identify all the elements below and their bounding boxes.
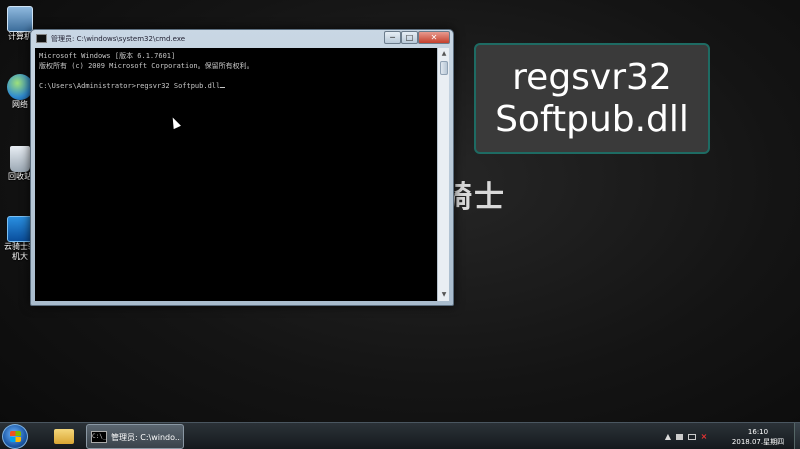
show-hidden-icons-icon[interactable]: ▲: [664, 433, 672, 441]
scroll-down-arrow-icon[interactable]: ▼: [439, 290, 449, 300]
console-line: Microsoft Windows [版本 6.1.7601]: [39, 52, 176, 60]
console-output[interactable]: Microsoft Windows [版本 6.1.7601] 版权所有 (c)…: [35, 48, 437, 301]
windows-logo-icon: [10, 431, 21, 442]
minimize-button[interactable]: ─: [384, 31, 401, 44]
close-button[interactable]: ✕: [418, 31, 450, 44]
console-line: 版权所有 (c) 2009 Microsoft Corporation。保留所有…: [39, 62, 254, 70]
maximize-button[interactable]: □: [401, 31, 418, 44]
clock-date: 2018.07.星期四: [731, 438, 785, 446]
scrollbar-thumb[interactable]: [440, 61, 448, 75]
volume-muted-icon[interactable]: ×: [700, 433, 708, 441]
action-center-flag-icon[interactable]: [676, 434, 683, 440]
computer-icon: [7, 6, 33, 32]
taskbar-cmd-label: 管理员: C:\windo...: [111, 433, 181, 442]
taskbar: C:\_ 管理员: C:\windo... ▲ × 16:10 2018.07.…: [0, 422, 800, 449]
taskbar-cmd-button[interactable]: C:\_ 管理员: C:\windo...: [86, 424, 184, 449]
cmd-icon: C:\_: [91, 431, 107, 443]
text-cursor: [220, 87, 226, 88]
cmd-window[interactable]: 管理员: C:\windows\system32\cmd.exe ─ □ ✕ M…: [30, 29, 454, 306]
recycle-bin-icon: [10, 146, 30, 172]
window-titlebar[interactable]: 管理员: C:\windows\system32\cmd.exe ─ □ ✕: [31, 30, 453, 48]
caption-line-2: Softpub.dll: [495, 99, 689, 140]
scroll-up-arrow-icon[interactable]: ▲: [439, 49, 449, 59]
taskbar-clock[interactable]: 16:10 2018.07.星期四: [723, 427, 793, 447]
console-prompt-line: C:\Users\Administrator>regsvr32 Softpub.…: [39, 81, 433, 91]
window-title: 管理员: C:\windows\system32\cmd.exe: [51, 35, 186, 43]
console-command: C:\Users\Administrator>regsvr32 Softpub.…: [39, 82, 221, 90]
network-status-icon[interactable]: [688, 434, 696, 440]
show-desktop-button[interactable]: [794, 423, 800, 449]
caption-line-1: regsvr32: [512, 57, 672, 98]
cmd-window-icon: [36, 34, 47, 43]
tutorial-caption-box: regsvr32 Softpub.dll: [474, 43, 710, 154]
console-line-blank: [39, 71, 433, 81]
taskbar-explorer-button[interactable]: [50, 425, 78, 448]
vertical-scrollbar[interactable]: ▲ ▼: [437, 48, 449, 301]
clock-time: 16:10: [747, 428, 769, 436]
start-button[interactable]: [2, 424, 28, 449]
folder-icon: [54, 429, 74, 444]
